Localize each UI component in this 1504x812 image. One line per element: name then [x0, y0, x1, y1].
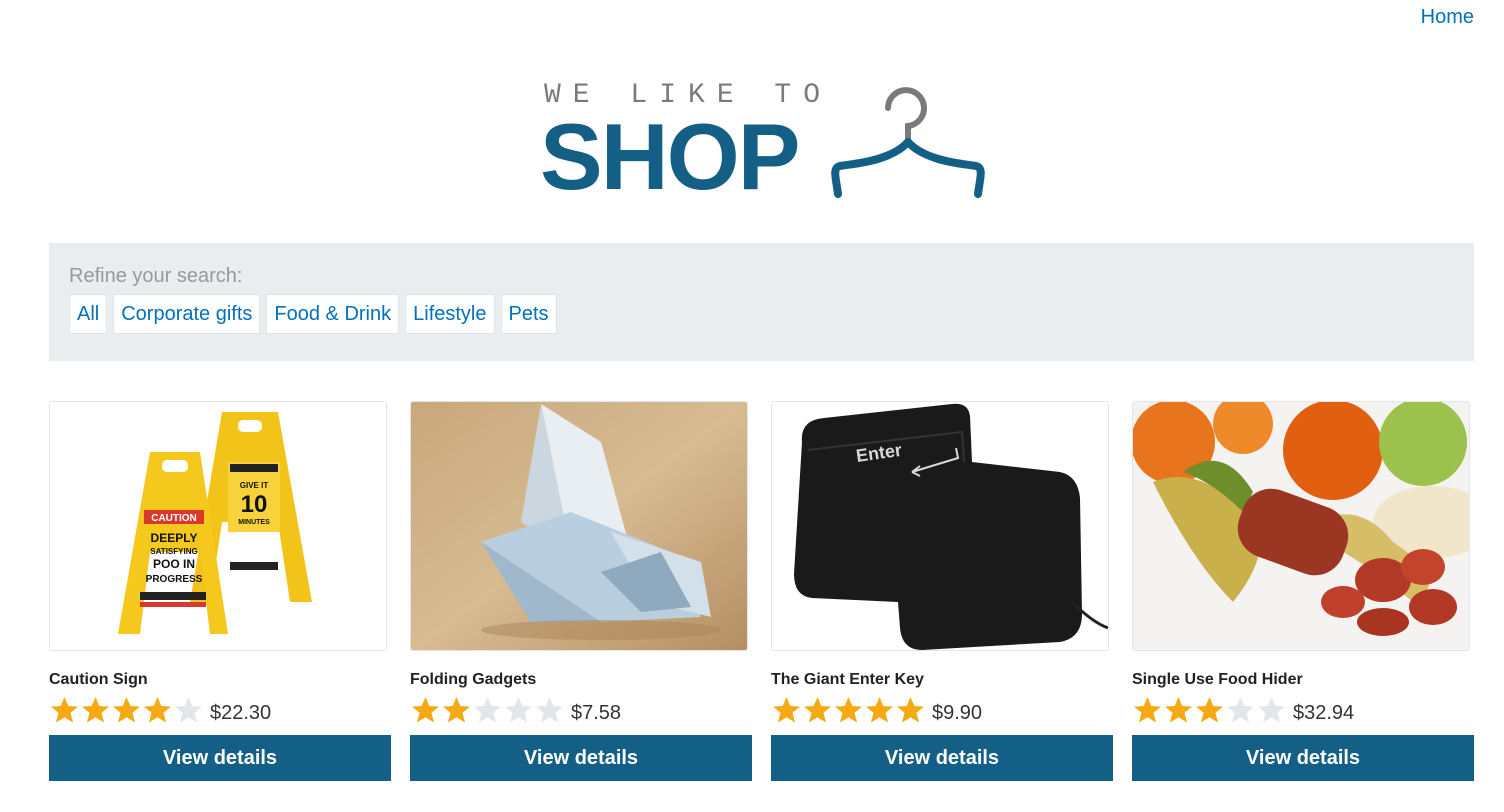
product-rating: $7.58: [410, 693, 748, 727]
product-name: Folding Gadgets: [410, 671, 537, 688]
star-filled-icon: [144, 697, 171, 723]
product-rating: $22.30: [49, 693, 387, 727]
product-card: Single Use Food Hider $32.94 View detail…: [1132, 401, 1474, 781]
star-filled-icon: [51, 697, 78, 723]
product-rating: $32.94: [1132, 693, 1470, 727]
star-filled-icon: [1196, 697, 1223, 723]
product-image-giant-enter-key[interactable]: Enter: [771, 401, 1109, 651]
star-filled-icon: [773, 697, 800, 723]
star-rating: [771, 696, 926, 724]
product-card: Folding Gadgets $7.58 View details: [410, 401, 752, 781]
star-filled-icon: [1134, 697, 1161, 723]
sign-text-10: 10: [241, 491, 268, 518]
top-nav: Home: [1421, 6, 1474, 29]
star-empty-icon: [1258, 697, 1285, 723]
star-rating: [1132, 696, 1287, 724]
product-image-folding-gadgets[interactable]: [410, 401, 748, 651]
star-empty-icon: [1227, 697, 1254, 723]
filter-lifestyle[interactable]: Lifestyle: [405, 294, 495, 334]
filter-all[interactable]: All: [69, 294, 108, 334]
sign-text-deeply: DEEPLY: [151, 531, 198, 545]
filter-list: All Corporate gifts Food & Drink Lifesty…: [69, 294, 1454, 334]
star-filled-icon: [443, 697, 470, 723]
star-empty-icon: [474, 697, 501, 723]
shop-logo[interactable]: WE LIKE TO SHOP: [540, 78, 985, 209]
filter-pets[interactable]: Pets: [500, 294, 557, 334]
star-filled-icon: [1165, 697, 1192, 723]
home-link[interactable]: Home: [1421, 6, 1474, 28]
product-rating: $9.90: [771, 693, 1109, 727]
product-name: Single Use Food Hider: [1132, 671, 1303, 688]
star-filled-icon: [412, 697, 439, 723]
product-grid: GIVE IT 10 MINUTES CAUTION DEEPLY SATISF…: [49, 401, 1474, 781]
filter-panel: Refine your search: All Corporate gifts …: [49, 243, 1474, 361]
star-filled-icon: [82, 697, 109, 723]
view-details-button[interactable]: View details: [771, 735, 1113, 781]
sign-text-minutes: MINUTES: [238, 519, 270, 526]
sign-text-caution: CAUTION: [151, 513, 197, 524]
sign-text-progress: PROGRESS: [146, 574, 203, 585]
product-card: Enter The Giant Enter Key $9.90 View det…: [771, 401, 1113, 781]
view-details-button[interactable]: View details: [410, 735, 752, 781]
logo-wordmark: SHOP: [540, 104, 800, 209]
product-name: Caution Sign: [49, 671, 148, 688]
product-price: $22.30: [210, 701, 272, 724]
star-empty-icon: [536, 697, 563, 723]
star-filled-icon: [113, 697, 140, 723]
sign-text-poo-in: POO IN: [153, 557, 195, 571]
product-image-single-use-food-hider[interactable]: [1132, 401, 1470, 651]
star-rating: [49, 696, 204, 724]
star-filled-icon: [835, 697, 862, 723]
hanger-icon: [831, 87, 985, 198]
product-price: $7.58: [571, 701, 622, 724]
star-filled-icon: [804, 697, 831, 723]
star-empty-icon: [175, 697, 202, 723]
filter-title: Refine your search:: [69, 265, 243, 287]
product-image-caution-sign[interactable]: GIVE IT 10 MINUTES CAUTION DEEPLY SATISF…: [49, 401, 387, 651]
star-filled-icon: [866, 697, 893, 723]
sign-text-give-it: GIVE IT: [240, 481, 269, 490]
product-price: $9.90: [932, 701, 983, 724]
product-name: The Giant Enter Key: [771, 671, 924, 688]
star-empty-icon: [505, 697, 532, 723]
star-filled-icon: [897, 697, 924, 723]
view-details-button[interactable]: View details: [49, 735, 391, 781]
product-price: $32.94: [1293, 701, 1355, 724]
product-card: GIVE IT 10 MINUTES CAUTION DEEPLY SATISF…: [49, 401, 391, 781]
sign-text-satisfying: SATISFYING: [150, 547, 197, 556]
view-details-button[interactable]: View details: [1132, 735, 1474, 781]
filter-corporate-gifts[interactable]: Corporate gifts: [113, 294, 261, 334]
star-rating: [410, 696, 565, 724]
filter-food-drink[interactable]: Food & Drink: [266, 294, 400, 334]
